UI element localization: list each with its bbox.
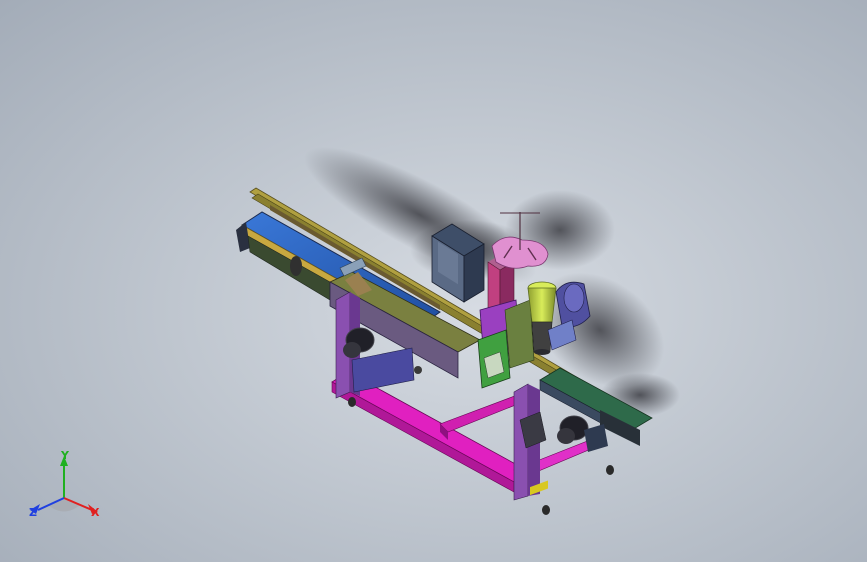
triad-base [48, 498, 80, 512]
y-axis-label: Y [60, 449, 70, 462]
x-axis-label: X [91, 506, 100, 519]
coordinate-triad: Y X Z [29, 449, 100, 519]
end-motor[interactable] [290, 256, 302, 276]
cad-viewport[interactable]: Y X Z [0, 0, 867, 562]
labeling-machine-model[interactable]: Y X Z [0, 0, 867, 562]
z-axis-label: Z [29, 506, 37, 519]
